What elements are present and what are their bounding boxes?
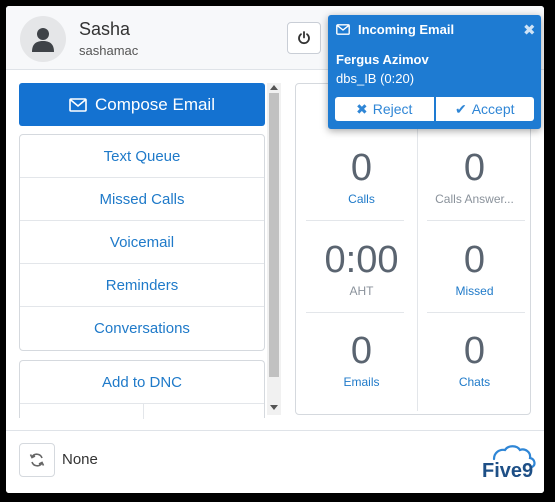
compose-email-button[interactable]: Compose Email xyxy=(19,83,265,126)
user-icon xyxy=(32,28,54,52)
menu-item-text-queue[interactable]: Text Queue xyxy=(20,135,264,178)
stat-calls-answered: 0 Calls Answer... xyxy=(419,130,530,220)
stat-aht-value: 0:00 xyxy=(324,239,399,281)
disposition-status: None xyxy=(62,451,98,468)
envelope-icon xyxy=(69,97,87,112)
accept-button[interactable]: ✔ Accept xyxy=(435,97,534,121)
user-name: Sasha xyxy=(79,19,131,39)
check-icon: ✔ xyxy=(454,100,467,117)
five9-logo: Five9 xyxy=(482,445,536,479)
footer: None Five9 xyxy=(6,430,544,493)
dnc-list: Add to DNC xyxy=(19,360,265,419)
stat-aht: 0:00 AHT xyxy=(306,222,417,312)
stats-divider xyxy=(306,220,404,221)
stat-calls-answered-label: Calls Answer... xyxy=(435,192,514,206)
user-handle: sashamac xyxy=(79,43,139,58)
scroll-thumb[interactable] xyxy=(269,93,279,377)
stat-aht-label: AHT xyxy=(349,284,374,298)
accept-label: Accept xyxy=(471,101,515,117)
reject-button[interactable]: ✖ Reject xyxy=(335,97,434,121)
envelope-icon xyxy=(336,24,350,35)
avatar xyxy=(20,16,66,62)
refresh-icon xyxy=(29,453,45,467)
stat-emails-label: Emails xyxy=(343,375,380,389)
menu-item-voicemail[interactable]: Voicemail xyxy=(20,221,264,264)
stat-missed-label: Missed xyxy=(455,284,494,298)
menu-item-reminders[interactable]: Reminders xyxy=(20,264,264,307)
stat-chats[interactable]: 0 Chats xyxy=(419,313,530,403)
notification-actions: ✖ Reject ✔ Accept xyxy=(335,97,534,121)
add-to-dnc-button[interactable]: Add to DNC xyxy=(20,361,264,404)
logout-button[interactable] xyxy=(287,22,321,54)
stat-emails[interactable]: 0 Emails xyxy=(306,313,417,403)
scroll-up-arrow-icon[interactable] xyxy=(270,85,278,90)
stat-missed[interactable]: 0 Missed xyxy=(419,222,530,312)
stat-chats-value: 0 xyxy=(463,330,486,372)
compose-email-label: Compose Email xyxy=(95,94,215,114)
close-icon[interactable]: ✖ xyxy=(523,21,536,39)
stat-emails-value: 0 xyxy=(350,330,373,372)
left-scrollbar[interactable] xyxy=(267,83,281,415)
refresh-button[interactable] xyxy=(19,443,55,477)
divider xyxy=(143,404,144,419)
close-icon: ✖ xyxy=(356,100,368,117)
menu-item-missed-calls[interactable]: Missed Calls xyxy=(20,178,264,221)
logo-text: Five9 xyxy=(482,460,533,479)
caller-name: Fergus Azimov xyxy=(336,52,429,67)
queue-info: dbs_IB (0:20) xyxy=(336,71,415,86)
stat-chats-label: Chats xyxy=(458,375,491,389)
stat-calls-answered-value: 0 xyxy=(463,147,486,189)
reject-label: Reject xyxy=(372,101,413,117)
scroll-down-arrow-icon[interactable] xyxy=(270,405,278,410)
stat-calls[interactable]: 0 Calls xyxy=(306,130,417,220)
menu-list: Text Queue Missed Calls Voicemail Remind… xyxy=(19,134,265,351)
stats-divider xyxy=(417,129,418,411)
stat-missed-value: 0 xyxy=(463,239,486,281)
stat-calls-label: Calls xyxy=(348,192,375,206)
stats-divider xyxy=(427,220,525,221)
stats-panel: 0 Calls 0 Calls Answer... 0:00 AHT 0 Mis… xyxy=(295,83,531,415)
stat-calls-value: 0 xyxy=(350,147,373,189)
incoming-email-notification: Incoming Email ✖ Fergus Azimov dbs_IB (0… xyxy=(328,15,541,129)
notification-title: Incoming Email xyxy=(358,22,455,37)
power-icon xyxy=(298,31,310,45)
menu-item-conversations[interactable]: Conversations xyxy=(20,307,264,350)
